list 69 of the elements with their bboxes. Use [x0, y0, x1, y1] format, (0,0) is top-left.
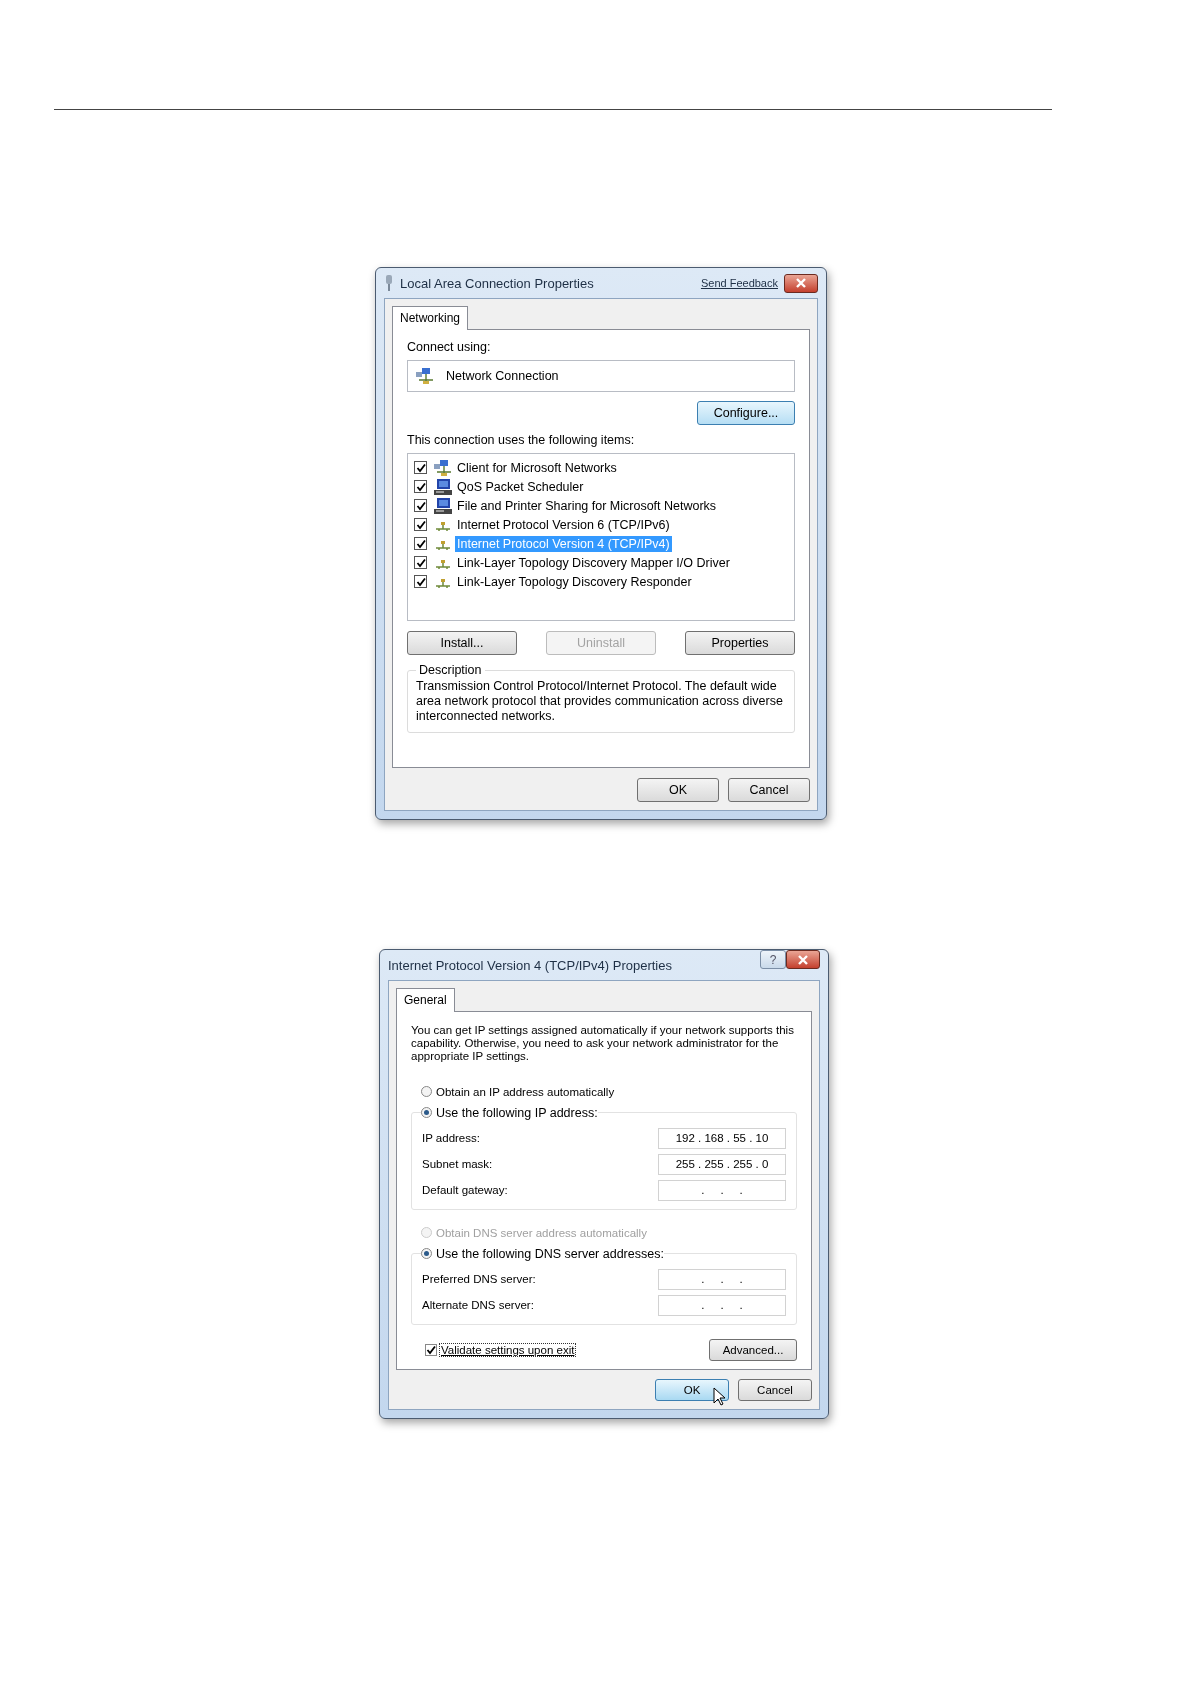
radio-button[interactable] [421, 1086, 432, 1097]
tab[interactable]: Networking [392, 306, 469, 330]
plug-icon [384, 275, 394, 291]
radio-label[interactable]: Obtain an IP address automatically [436, 1085, 615, 1098]
button[interactable]: Install... [407, 631, 517, 655]
check-icon [415, 519, 426, 530]
description-text: Transmission Control Protocol/Internet Protocol. The default wide area network protocol that provides communication across diverse interconnected networks. [416, 679, 784, 724]
field-label: IP address: [422, 1132, 480, 1144]
label: Connect using: [407, 340, 492, 354]
button[interactable]: Cancel [728, 778, 810, 802]
close-icon [796, 953, 810, 966]
close-button[interactable] [784, 273, 818, 293]
check-icon [415, 538, 426, 549]
checkbox[interactable] [414, 518, 427, 531]
button[interactable]: Properties [685, 631, 795, 655]
ip-address-field[interactable]: . . . [658, 1294, 786, 1316]
help-button[interactable]: ? [760, 950, 786, 969]
button[interactable]: OK [637, 778, 719, 802]
check-icon [415, 576, 426, 587]
list-item[interactable]: QoS Packet Scheduler [455, 478, 586, 495]
window-title: Internet Protocol Version 4 (TCP/IPv4) Properties [388, 957, 672, 973]
radio-label[interactable]: Use the following IP address: [436, 1105, 598, 1120]
radio-button[interactable] [421, 1248, 432, 1259]
checkbox[interactable] [414, 537, 427, 550]
check-icon [415, 557, 426, 568]
radio-label[interactable]: Use the following DNS server addresses: [436, 1246, 664, 1261]
network-icon [434, 459, 452, 476]
field-label: Alternate DNS server: [422, 1299, 534, 1311]
adapter-name: Network Connection [446, 369, 559, 383]
advanced-button[interactable]: Advanced... [709, 1339, 797, 1361]
close-button[interactable] [786, 950, 820, 969]
tab[interactable]: General [396, 988, 455, 1012]
checkbox[interactable] [414, 575, 427, 588]
checkbox[interactable] [425, 1344, 437, 1356]
ip-address-field[interactable]: 255 . 255 . 255 . 0 [658, 1153, 786, 1175]
field-label: Preferred DNS server: [422, 1273, 536, 1285]
checkbox[interactable] [414, 480, 427, 493]
feedback-link[interactable]: Send Feedback [700, 277, 778, 289]
checkbox[interactable] [414, 461, 427, 474]
radio-button[interactable] [421, 1107, 432, 1118]
checkbox[interactable] [414, 499, 427, 512]
group-title: Description [418, 663, 483, 677]
label: This connection uses the following items: [407, 433, 636, 447]
computer-icon [434, 497, 452, 514]
cursor-icon [713, 1387, 725, 1406]
check-icon [426, 1345, 436, 1355]
list-item[interactable]: Client for Microsoft Networks [455, 459, 619, 476]
list-item[interactable]: Internet Protocol Version 6 (TCP/IPv6) [455, 516, 672, 533]
checkbox[interactable] [414, 556, 427, 569]
close-icon [794, 277, 808, 289]
ip-address-field[interactable]: 192 . 168 . 55 . 10 [658, 1127, 786, 1149]
field-label: Default gateway: [422, 1184, 508, 1196]
ip-address-field[interactable]: . . . [658, 1268, 786, 1290]
button[interactable]: Cancel [738, 1379, 812, 1401]
window-title: Local Area Connection Properties [400, 275, 594, 291]
ip-address-field[interactable]: . . . [658, 1179, 786, 1201]
computer-icon [434, 478, 452, 495]
list-item[interactable]: Link-Layer Topology Discovery Responder [455, 573, 694, 590]
check-icon [415, 500, 426, 511]
configure-button[interactable]: Configure... [697, 401, 795, 425]
check-icon [415, 481, 426, 492]
field-label: Subnet mask: [422, 1158, 493, 1170]
list-item[interactable]: Link-Layer Topology Discovery Mapper I/O Driver [455, 554, 732, 571]
intro-text: You can get IP settings assigned automatically if your network supports this capability. Otherwise, you need to ask your network administrator for the appropriate IP settings. [411, 1024, 795, 1063]
network-adapter-icon [416, 368, 434, 384]
button[interactable]: OK [655, 1379, 729, 1401]
check-icon [415, 462, 426, 473]
list-item[interactable]: File and Printer Sharing for Microsoft Networks [455, 497, 719, 514]
checkbox-label[interactable]: Validate settings upon exit [439, 1343, 577, 1357]
